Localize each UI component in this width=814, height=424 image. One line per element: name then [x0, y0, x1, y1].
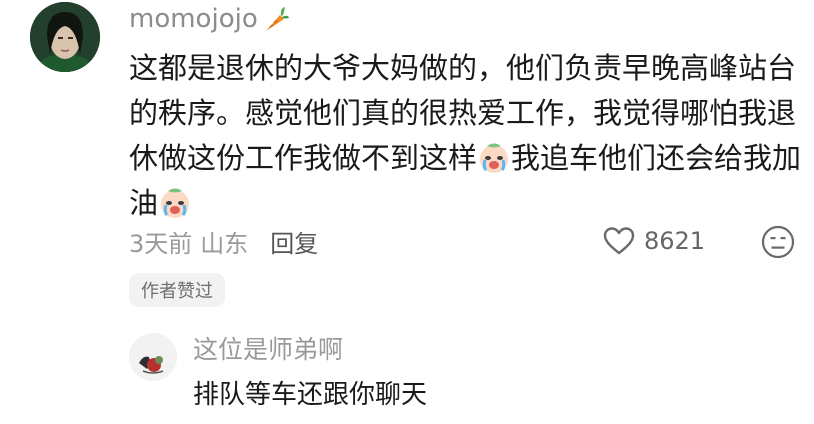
reply-username[interactable]: 这位是师弟啊 [193, 333, 343, 367]
comment-location: 山东 [200, 229, 249, 258]
username-text: momojojo [129, 4, 258, 34]
heart-icon [603, 227, 635, 255]
avatar-image [129, 333, 177, 381]
comment-line-segment: 油 [129, 186, 159, 220]
author-liked-badge: 作者赞过 [129, 273, 225, 307]
avatar[interactable] [30, 2, 100, 72]
reply-text: 排队等车还跟你聊天 [193, 380, 428, 410]
comment-line: 这都是退休的大爷大妈做的，他们负责早晚高峰站台 [129, 51, 797, 85]
comment-line-segment: 休做这份工作我做不到这样 [129, 141, 478, 175]
comment-meta: 3天前 山东 回复 [129, 224, 318, 258]
comment-username[interactable]: momojojo [129, 2, 290, 36]
crying-face-emoji [480, 143, 509, 173]
carrot-icon [265, 7, 289, 31]
dislike-face-icon[interactable] [760, 224, 796, 260]
like-button[interactable]: 8621 [602, 224, 705, 258]
comment-line: 的秩序。感觉他们真的很热爱工作，我觉得哪怕我退 [129, 96, 797, 130]
avatar-image [30, 2, 100, 72]
reply-avatar[interactable] [129, 333, 177, 381]
comment-time: 3天前 [129, 229, 193, 258]
reply-button[interactable]: 回复 [270, 224, 318, 259]
comment-line: 油 [129, 181, 789, 226]
comment-line: 休做这份工作我做不到这样 我追车他们还会给我加 [129, 136, 801, 181]
comment-text: 这都是退休的大爷大妈做的，他们负责早晚高峰站台 的秩序。感觉他们真的很热爱工作，… [129, 46, 801, 226]
crying-face-emoji [161, 188, 190, 218]
comment-line-segment: 我追车他们还会给我加 [511, 141, 802, 175]
like-count: 8621 [644, 227, 706, 255]
